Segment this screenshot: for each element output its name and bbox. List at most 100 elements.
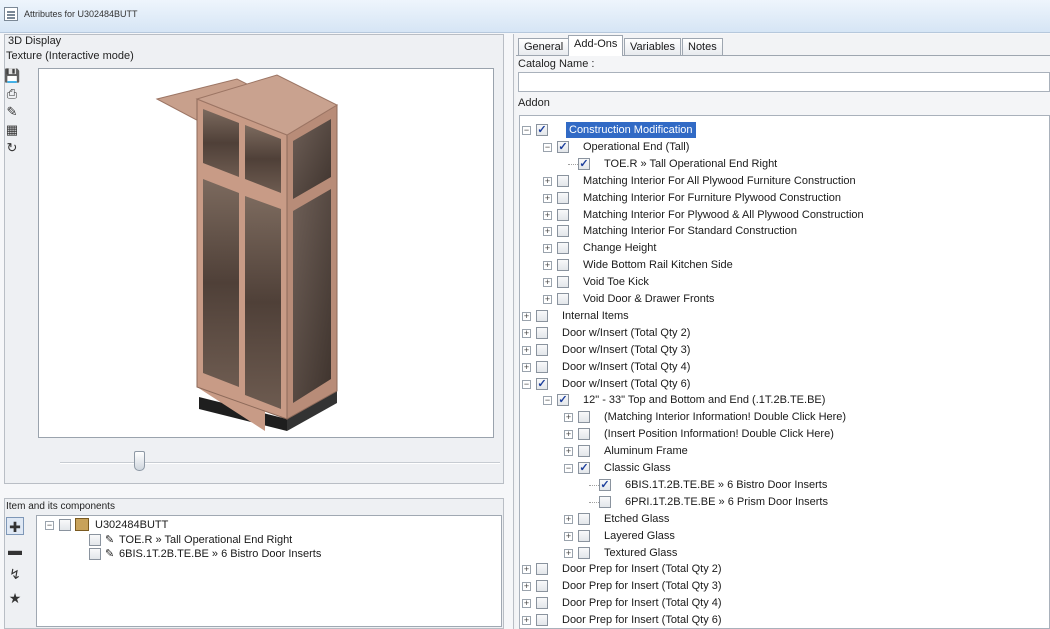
checkbox[interactable] xyxy=(557,208,569,221)
collapse-icon[interactable]: − xyxy=(543,396,552,406)
checkbox-checked[interactable]: ✓ xyxy=(557,394,569,407)
display-toolbar: 💾 ⎙ ✎ ▦ ↻ xyxy=(4,68,20,158)
checkbox[interactable] xyxy=(89,534,101,546)
checkbox[interactable] xyxy=(89,548,101,560)
add-icon[interactable]: ✚ xyxy=(6,517,24,535)
checkbox-checked[interactable]: ✓ xyxy=(599,478,611,491)
tab-add-ons[interactable]: Add-Ons xyxy=(568,35,624,56)
checkbox[interactable] xyxy=(578,411,590,424)
tree-item-label: Door w/Insert (Total Qty 2) xyxy=(562,326,691,339)
checkbox[interactable] xyxy=(578,529,590,542)
collapse-icon[interactable]: − xyxy=(522,379,531,389)
tree-item-label: Door Prep for Insert (Total Qty 2) xyxy=(562,563,722,576)
tree-item-label: Void Toe Kick xyxy=(583,276,649,289)
zoom-slider-thumb[interactable] xyxy=(134,451,145,471)
checkbox[interactable] xyxy=(578,445,590,458)
checkbox-checked[interactable]: ✓ xyxy=(578,462,590,474)
checkbox[interactable] xyxy=(578,512,590,525)
cabinet-front xyxy=(196,98,288,420)
expand-icon[interactable]: + xyxy=(543,193,552,203)
tree-item-label: (Insert Position Information! Double Cli… xyxy=(604,428,834,441)
tree-item-label: Door Prep for Insert (Total Qty 3) xyxy=(562,580,722,593)
checkbox[interactable] xyxy=(536,360,548,373)
checkbox[interactable] xyxy=(536,614,548,627)
expand-icon[interactable]: + xyxy=(543,176,552,186)
checkbox[interactable] xyxy=(536,326,548,339)
print-preview-icon[interactable]: ▦ xyxy=(4,122,20,138)
display-mode: Texture (Interactive mode) xyxy=(6,50,134,62)
3d-viewport[interactable] xyxy=(38,68,494,438)
expand-icon[interactable]: + xyxy=(543,278,552,288)
expand-icon[interactable]: + xyxy=(543,210,552,220)
collapse-icon[interactable]: − xyxy=(564,464,573,473)
tree-item-label: Door Prep for Insert (Total Qty 6) xyxy=(562,614,722,627)
checkbox[interactable] xyxy=(557,225,569,238)
collapse-icon[interactable]: − xyxy=(543,142,552,152)
expand-icon[interactable]: + xyxy=(522,328,531,338)
checkbox[interactable] xyxy=(599,495,611,508)
collapse-icon[interactable]: − xyxy=(522,126,531,135)
window-title: Attributes for U302484BUTT xyxy=(24,9,138,19)
items-tree[interactable]: − U302484BUTT ✎ TOE.R » Tall Operational… xyxy=(36,515,502,627)
tab-variables[interactable]: Variables xyxy=(624,38,682,56)
refresh-icon[interactable]: ↻ xyxy=(4,140,20,156)
items-toolbar: ✚ ▬ ↯ ★ xyxy=(6,517,26,613)
catalog-name-field[interactable] xyxy=(518,72,1050,92)
item-child-label: 6BIS.1T.2B.TE.BE » 6 Bistro Door Inserts xyxy=(119,548,322,560)
checkbox[interactable] xyxy=(557,191,569,204)
checkbox-checked[interactable]: ✓ xyxy=(536,124,548,136)
checkbox-checked[interactable]: ✓ xyxy=(578,157,590,170)
remove-icon[interactable]: ▬ xyxy=(6,541,24,559)
checkbox[interactable] xyxy=(578,428,590,441)
print-icon[interactable]: ⎙ xyxy=(4,86,20,102)
expand-icon[interactable]: + xyxy=(522,345,531,355)
expand-icon[interactable]: + xyxy=(522,565,531,575)
expand-icon[interactable]: + xyxy=(543,261,552,271)
wand-icon[interactable]: ★ xyxy=(6,589,24,607)
expand-icon[interactable]: + xyxy=(564,514,573,524)
expand-icon[interactable]: + xyxy=(564,548,573,558)
checkbox[interactable] xyxy=(536,309,548,322)
checkbox[interactable] xyxy=(557,242,569,255)
tree-item-label: Construction Modification xyxy=(566,122,696,138)
checkbox[interactable] xyxy=(59,519,71,531)
expand-icon[interactable]: + xyxy=(543,227,552,237)
expand-icon[interactable]: + xyxy=(543,244,552,254)
checkbox-checked[interactable]: ✓ xyxy=(557,140,569,153)
cabinet-icon xyxy=(75,518,89,531)
checkbox[interactable] xyxy=(536,343,548,356)
expand-icon[interactable]: + xyxy=(522,311,531,321)
expand-icon[interactable]: + xyxy=(564,413,573,423)
zoom-slider-track[interactable] xyxy=(60,462,500,464)
expand-icon[interactable]: + xyxy=(522,362,531,372)
tree-item-label: Classic Glass xyxy=(604,462,671,474)
checkbox[interactable] xyxy=(557,276,569,289)
checkbox[interactable] xyxy=(578,546,590,559)
addon-tree[interactable]: − ✓ Construction Modification − ✓ Operational… xyxy=(519,115,1050,629)
expand-icon[interactable]: + xyxy=(522,599,531,609)
checkbox-checked[interactable]: ✓ xyxy=(536,377,548,390)
edit-icon[interactable]: ✎ xyxy=(4,104,20,120)
save-icon[interactable]: 💾 xyxy=(4,68,20,84)
checkbox[interactable] xyxy=(557,259,569,272)
expand-icon[interactable]: + xyxy=(564,447,573,457)
expand-icon[interactable]: + xyxy=(543,295,552,304)
pencil-icon: ✎ xyxy=(105,548,115,560)
tab-general[interactable]: General xyxy=(518,38,570,56)
collapse-icon[interactable]: − xyxy=(45,521,54,530)
tree-item-label: Operational End (Tall) xyxy=(583,140,690,153)
tree-item-label: Change Height xyxy=(583,242,657,255)
checkbox[interactable] xyxy=(536,580,548,593)
expand-icon[interactable]: + xyxy=(564,430,573,440)
tree-item-label: Textured Glass xyxy=(604,546,678,559)
tab-notes[interactable]: Notes xyxy=(682,38,723,56)
checkbox[interactable] xyxy=(536,563,548,576)
expand-icon[interactable]: + xyxy=(564,531,573,541)
tree-item-label: Etched Glass xyxy=(604,512,670,525)
checkbox[interactable] xyxy=(557,293,569,305)
expand-icon[interactable]: + xyxy=(522,582,531,592)
expand-icon[interactable]: + xyxy=(522,616,531,626)
checkbox[interactable] xyxy=(557,174,569,187)
tree-icon[interactable]: ↯ xyxy=(6,565,24,583)
checkbox[interactable] xyxy=(536,597,548,610)
